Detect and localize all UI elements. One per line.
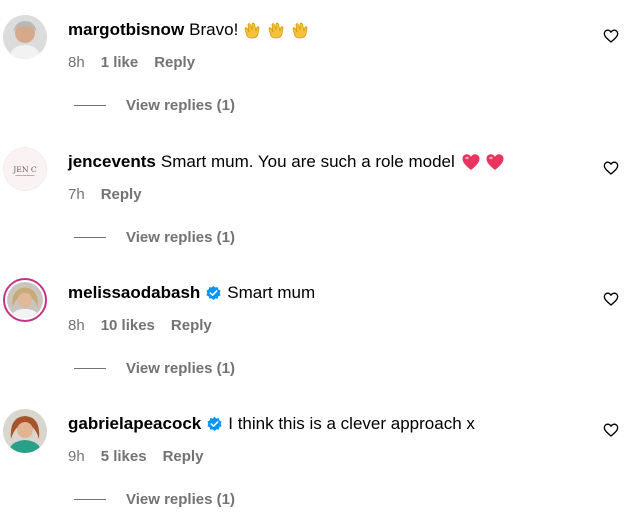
like-heart-icon[interactable] bbox=[603, 160, 619, 176]
username-link[interactable]: gabrielapeacock bbox=[68, 413, 201, 435]
comment-meta: 8h 10 likes Reply bbox=[68, 316, 212, 336]
view-replies-label: View replies (1) bbox=[126, 360, 235, 377]
clapping-hands-icon bbox=[290, 20, 310, 40]
comment-text: Smart mum bbox=[227, 283, 316, 302]
comment-meta: 8h 1 like Reply bbox=[68, 53, 195, 73]
view-replies-button[interactable]: View replies (1) bbox=[74, 360, 235, 377]
view-replies-label: View replies (1) bbox=[126, 229, 235, 246]
comment-line: gabrielapeacock I think this is a clever… bbox=[68, 413, 475, 435]
clapping-hands-icon bbox=[266, 20, 286, 40]
comment-meta: 7h Reply bbox=[68, 185, 142, 205]
username-link[interactable]: jencevents bbox=[68, 151, 156, 173]
reply-button[interactable]: Reply bbox=[101, 185, 142, 205]
divider-line bbox=[74, 105, 106, 106]
likes-count[interactable]: 1 like bbox=[101, 53, 139, 73]
avatar-story-ring[interactable] bbox=[3, 278, 47, 322]
avatar[interactable] bbox=[3, 15, 47, 59]
like-heart-icon[interactable] bbox=[603, 291, 619, 307]
divider-line bbox=[74, 499, 106, 500]
comment-text: I think this is a clever approach x bbox=[228, 414, 475, 433]
comments-list: margotbisnow Bravo! 8h 1 like Reply View… bbox=[0, 0, 634, 520]
divider-line bbox=[74, 368, 106, 369]
like-heart-icon[interactable] bbox=[603, 28, 619, 44]
likes-count[interactable]: 10 likes bbox=[101, 316, 155, 336]
comment-item: margotbisnow Bravo! 8h 1 like Reply View… bbox=[0, 0, 634, 131]
username-link[interactable]: melissaodabash bbox=[68, 282, 200, 304]
heart-emoji-icon bbox=[485, 152, 505, 172]
verified-badge-icon bbox=[206, 416, 223, 433]
view-replies-label: View replies (1) bbox=[126, 491, 235, 508]
clapping-hands-icon bbox=[242, 20, 262, 40]
comment-text: Bravo! bbox=[189, 20, 239, 39]
view-replies-label: View replies (1) bbox=[126, 97, 235, 114]
comment-item: melissaodabash Smart mum 8h 10 likes Rep… bbox=[0, 263, 634, 394]
comment-time: 9h bbox=[68, 448, 85, 465]
comment-line: melissaodabash Smart mum bbox=[68, 282, 315, 304]
comment-time: 7h bbox=[68, 186, 85, 203]
comment-time: 8h bbox=[68, 317, 85, 334]
reply-button[interactable]: Reply bbox=[163, 447, 204, 467]
comment-time: 8h bbox=[68, 54, 85, 71]
comment-item: gabrielapeacock I think this is a clever… bbox=[0, 394, 634, 520]
view-replies-button[interactable]: View replies (1) bbox=[74, 229, 235, 246]
divider-line bbox=[74, 237, 106, 238]
heart-emoji-icon bbox=[461, 152, 481, 172]
username-link[interactable]: margotbisnow bbox=[68, 19, 184, 41]
like-heart-icon[interactable] bbox=[603, 422, 619, 438]
verified-badge-icon bbox=[205, 285, 222, 302]
comment-line: margotbisnow Bravo! bbox=[68, 19, 310, 41]
comment-meta: 9h 5 likes Reply bbox=[68, 447, 203, 467]
view-replies-button[interactable]: View replies (1) bbox=[74, 97, 235, 114]
reply-button[interactable]: Reply bbox=[154, 53, 195, 73]
avatar-logo-text: JEN C bbox=[12, 165, 37, 174]
avatar bbox=[7, 282, 43, 318]
comment-text: Smart mum. You are such a role model bbox=[160, 152, 455, 171]
comment-line: jencevents Smart mum. You are such a rol… bbox=[68, 151, 505, 173]
view-replies-button[interactable]: View replies (1) bbox=[74, 491, 235, 508]
reply-button[interactable]: Reply bbox=[171, 316, 212, 336]
likes-count[interactable]: 5 likes bbox=[101, 447, 147, 467]
avatar[interactable] bbox=[3, 409, 47, 453]
avatar[interactable]: JEN C bbox=[3, 147, 47, 191]
comment-item: JEN C jencevents Smart mum. You are such… bbox=[0, 132, 634, 263]
